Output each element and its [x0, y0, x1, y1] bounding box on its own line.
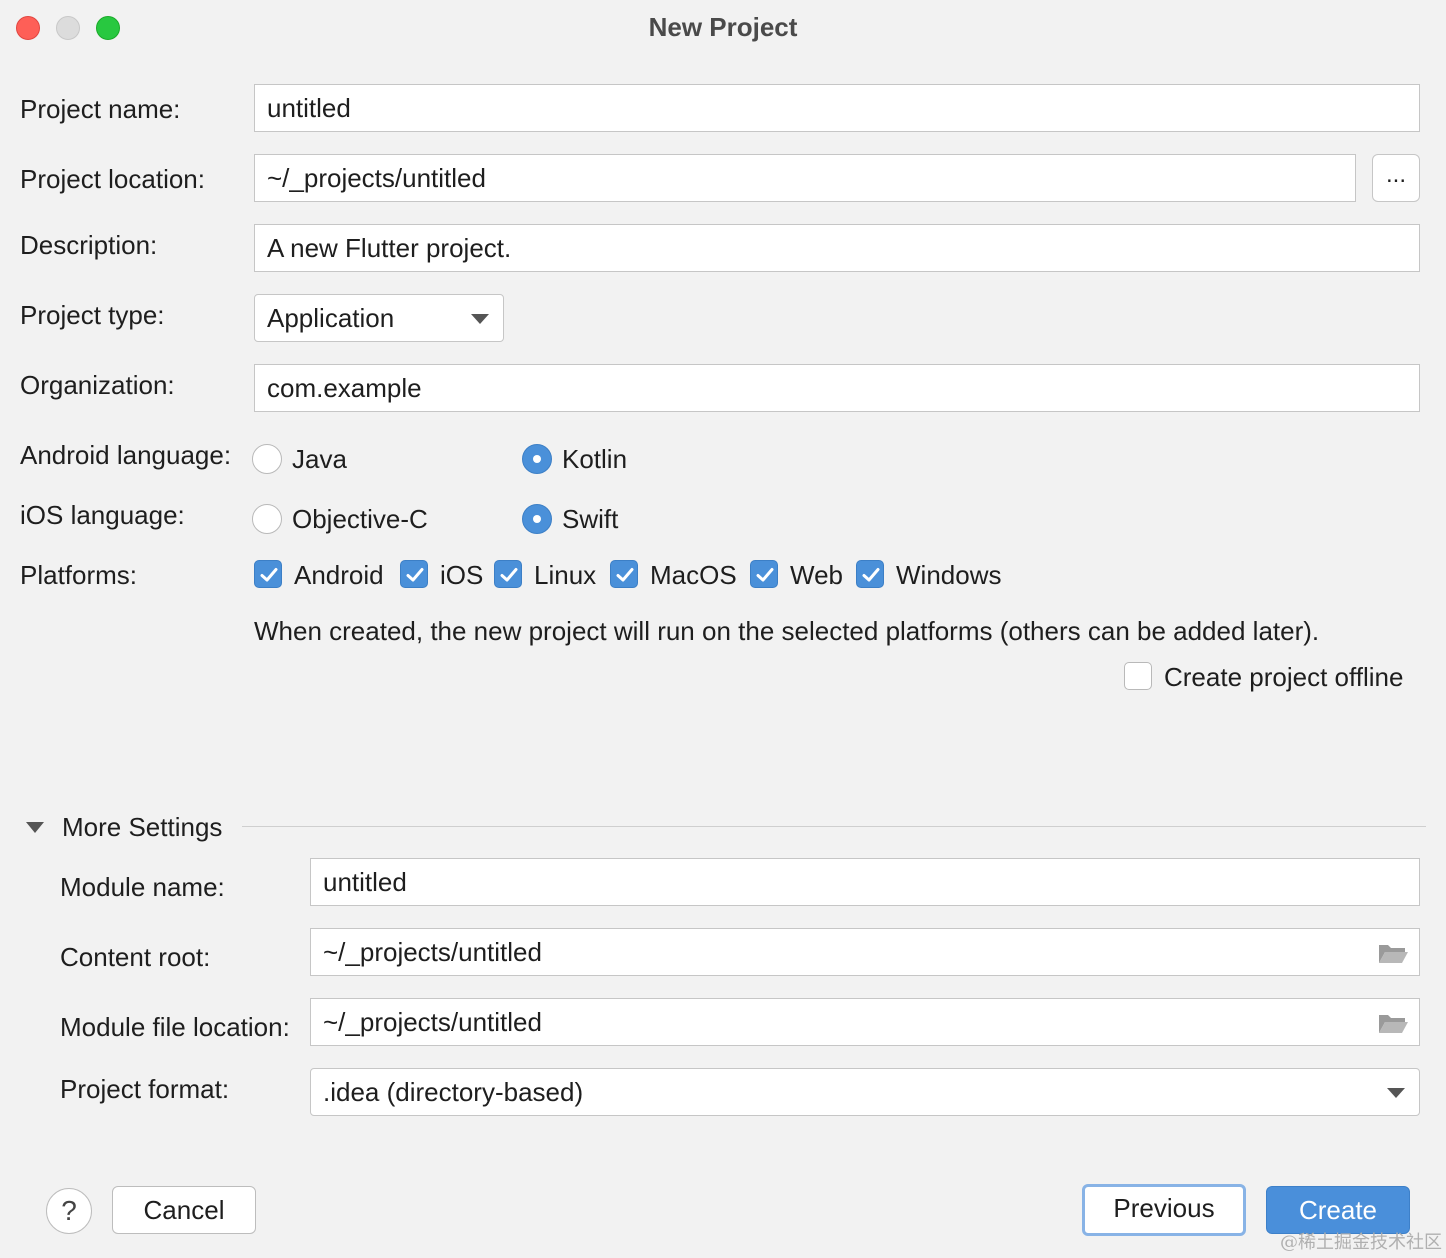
project-type-value: Application — [267, 303, 395, 333]
platform-linux-label[interactable]: Linux — [534, 560, 596, 591]
platforms-label: Platforms: — [20, 560, 138, 590]
module-name-input[interactable]: untitled — [310, 858, 1420, 906]
more-settings-divider — [242, 826, 1426, 827]
module-file-location-value: ~/_projects/untitled — [323, 1007, 542, 1037]
checkmark-icon — [862, 568, 880, 582]
help-button[interactable]: ? — [46, 1188, 92, 1234]
platform-windows-checkbox[interactable] — [856, 560, 884, 588]
project-format-label: Project format: — [60, 1074, 230, 1104]
browse-location-button[interactable]: ... — [1372, 154, 1420, 202]
platforms-hint: When created, the new project will run o… — [254, 616, 1320, 646]
previous-button[interactable]: Previous — [1082, 1184, 1246, 1236]
checkmark-icon — [500, 568, 518, 582]
android-java-label[interactable]: Java — [292, 444, 347, 475]
checkmark-icon — [616, 568, 634, 582]
android-kotlin-radio[interactable] — [522, 444, 552, 474]
android-java-radio[interactable] — [252, 444, 282, 474]
description-input[interactable]: A new Flutter project. — [254, 224, 1420, 272]
organization-input[interactable]: com.example — [254, 364, 1420, 412]
content-root-input[interactable]: ~/_projects/untitled — [310, 928, 1420, 976]
platform-web-checkbox[interactable] — [750, 560, 778, 588]
create-offline-checkbox[interactable] — [1124, 662, 1152, 690]
platform-web-label[interactable]: Web — [790, 560, 843, 591]
ios-swift-label[interactable]: Swift — [562, 504, 618, 535]
platform-android-checkbox[interactable] — [254, 560, 282, 588]
ios-objc-radio[interactable] — [252, 504, 282, 534]
platform-ios-label[interactable]: iOS — [440, 560, 483, 591]
platform-android-label[interactable]: Android — [294, 560, 384, 591]
project-format-select[interactable]: .idea (directory-based) — [310, 1068, 1420, 1116]
more-settings-toggle[interactable]: More Settings — [62, 812, 222, 843]
cancel-button[interactable]: Cancel — [112, 1186, 256, 1234]
chevron-down-icon — [1387, 1088, 1405, 1098]
organization-label: Organization: — [20, 370, 175, 400]
folder-icon[interactable] — [1377, 941, 1409, 965]
platform-ios-checkbox[interactable] — [400, 560, 428, 588]
platform-windows-label[interactable]: Windows — [896, 560, 1001, 591]
platform-linux-checkbox[interactable] — [494, 560, 522, 588]
folder-icon[interactable] — [1377, 1011, 1409, 1035]
create-offline-label[interactable]: Create project offline — [1164, 662, 1403, 693]
project-type-select[interactable]: Application — [254, 294, 504, 342]
chevron-down-icon — [471, 314, 489, 324]
module-file-location-input[interactable]: ~/_projects/untitled — [310, 998, 1420, 1046]
project-name-input[interactable]: untitled — [254, 84, 1420, 132]
platform-macos-label[interactable]: MacOS — [650, 560, 737, 591]
checkmark-icon — [756, 568, 774, 582]
platform-macos-checkbox[interactable] — [610, 560, 638, 588]
checkmark-icon — [406, 568, 424, 582]
watermark: @稀土掘金技术社区 — [1280, 1232, 1442, 1253]
module-name-label: Module name: — [60, 872, 225, 902]
project-type-label: Project type: — [20, 300, 165, 330]
android-kotlin-label[interactable]: Kotlin — [562, 444, 627, 475]
content-root-label: Content root: — [60, 942, 211, 972]
description-label: Description: — [20, 230, 158, 260]
module-file-location-label: Module file location: — [60, 1012, 290, 1042]
create-button[interactable]: Create — [1266, 1186, 1410, 1234]
ios-swift-radio[interactable] — [522, 504, 552, 534]
ios-objc-label[interactable]: Objective-C — [292, 504, 428, 535]
project-location-input[interactable]: ~/_projects/untitled — [254, 154, 1356, 202]
window-title: New Project — [648, 12, 798, 42]
android-language-label: Android language: — [20, 440, 232, 470]
collapse-triangle-icon[interactable] — [26, 822, 44, 833]
ios-language-label: iOS language: — [20, 500, 185, 530]
project-location-label: Project location: — [20, 164, 205, 194]
project-format-value: .idea (directory-based) — [323, 1077, 584, 1107]
content-root-value: ~/_projects/untitled — [323, 937, 542, 967]
new-project-window: New Project Project name: untitled Proje… — [0, 0, 1446, 1258]
checkmark-icon — [260, 568, 278, 582]
project-name-label: Project name: — [20, 94, 181, 124]
